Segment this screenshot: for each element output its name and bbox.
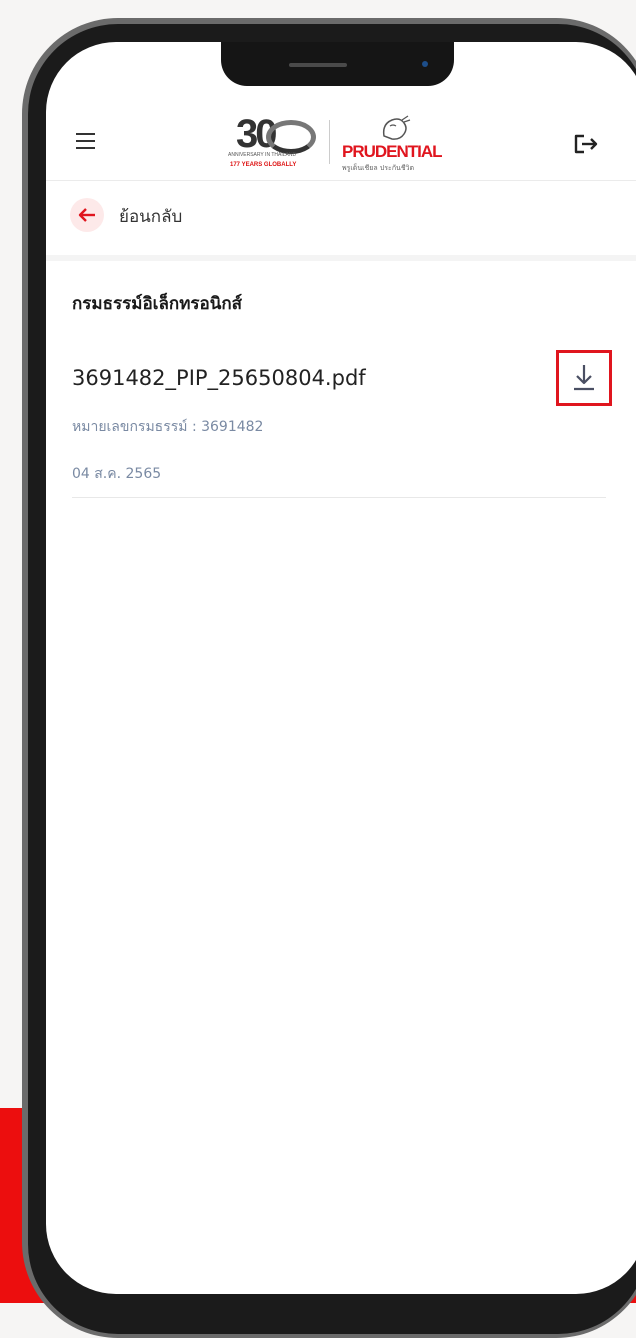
anniversary-ring-graphic [266, 120, 316, 154]
anniversary-text: ANNIVERSARY IN THAILAND [228, 152, 297, 158]
file-date: 04 ส.ค. 2565 [72, 466, 162, 482]
download-icon [574, 365, 594, 391]
notch-speaker [289, 63, 347, 67]
back-navigation: ย้อนกลับ [46, 181, 636, 261]
brand-logo: 30 ANNIVERSARY IN THAILAND 177 YEARS GLO… [226, 112, 466, 174]
anniversary-years: 177 YEARS GLOBALLY [230, 162, 297, 168]
logo-divider [329, 120, 330, 164]
brand-name: PRUDENTIAL [342, 142, 443, 161]
policy-number: หมายเลขกรมธรรม์ : 3691482 [72, 419, 264, 435]
back-button-label[interactable]: ย้อนกลับ [119, 203, 182, 230]
hamburger-menu-icon[interactable] [76, 128, 104, 158]
download-button[interactable] [556, 350, 612, 406]
phone-screen: 30 ANNIVERSARY IN THAILAND 177 YEARS GLO… [46, 42, 636, 1294]
section-title: กรมธรรม์อิเล็กทรอนิกส์ [72, 294, 243, 314]
list-item: 3691482_PIP_25650804.pdf หมายเลขกรมธรรม์… [72, 342, 612, 498]
file-name[interactable]: 3691482_PIP_25650804.pdf [72, 366, 366, 390]
notch-camera [422, 61, 428, 67]
arrow-left-icon[interactable] [70, 198, 104, 232]
phone-notch [221, 42, 454, 86]
brand-tagline: พรูเด็นเชียล ประกันชีวิต [342, 164, 415, 172]
logout-icon[interactable] [568, 128, 604, 160]
app-header: 30 ANNIVERSARY IN THAILAND 177 YEARS GLO… [46, 108, 636, 181]
